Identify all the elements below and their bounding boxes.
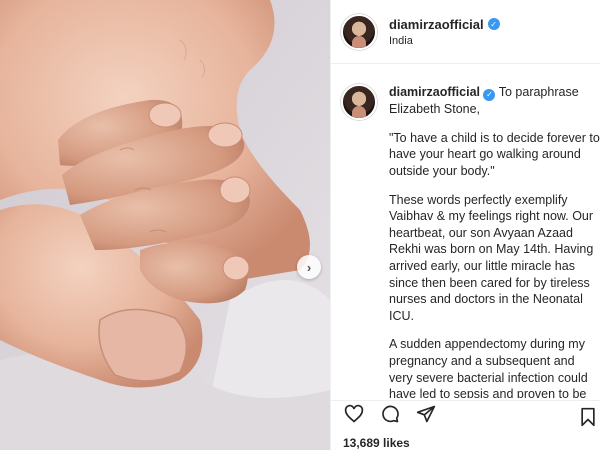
caption-username-link[interactable]: diamirzaofficial bbox=[389, 85, 480, 99]
verified-badge-icon: ✓ bbox=[487, 18, 500, 30]
share-button[interactable] bbox=[415, 403, 437, 425]
carousel-next-button[interactable]: › bbox=[297, 255, 321, 279]
username-link[interactable]: diamirzaofficial bbox=[389, 17, 484, 32]
caption-paragraph: These words perfectly exemplify Vaibhav … bbox=[389, 192, 594, 323]
bookmark-icon bbox=[581, 407, 595, 427]
caption-row: diamirzaofficial ✓ To paraphrase Elizabe… bbox=[341, 84, 600, 398]
save-button[interactable] bbox=[577, 406, 599, 428]
like-button[interactable] bbox=[343, 403, 365, 425]
post-sidebar: diamirzaofficial ✓ India diamirzaofficia… bbox=[330, 0, 600, 450]
likes-count[interactable]: 13,689 likes bbox=[343, 436, 410, 450]
chevron-right-icon: › bbox=[306, 259, 312, 275]
caption-paragraph: A sudden appendectomy during my pregnanc… bbox=[389, 337, 588, 398]
caption-paragraph: "To have a child is to decide forever to… bbox=[389, 130, 600, 179]
baby-hand-photo bbox=[0, 0, 330, 450]
post-header: diamirzaofficial ✓ India bbox=[331, 0, 600, 64]
verified-badge-icon: ✓ bbox=[483, 89, 496, 102]
caption-scroll-area[interactable]: diamirzaofficial ✓ To paraphrase Elizabe… bbox=[331, 72, 600, 398]
caption-text: diamirzaofficial ✓ To paraphrase Elizabe… bbox=[389, 84, 600, 398]
location-link[interactable]: India bbox=[389, 35, 500, 47]
avatar[interactable] bbox=[341, 84, 377, 120]
comment-icon bbox=[382, 405, 399, 422]
action-bar bbox=[331, 400, 600, 428]
post-photo[interactable]: › bbox=[0, 0, 330, 450]
avatar[interactable] bbox=[341, 13, 377, 50]
paper-plane-icon bbox=[416, 405, 436, 422]
comment-button[interactable] bbox=[379, 403, 401, 425]
heart-icon bbox=[344, 404, 364, 423]
